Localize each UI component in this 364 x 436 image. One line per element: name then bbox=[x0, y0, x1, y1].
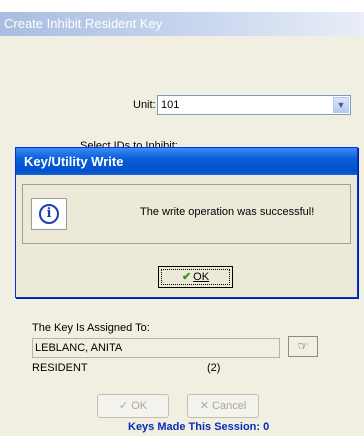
window-title: Create Inhibit Resident Key bbox=[0, 12, 364, 36]
dialog-ok-button[interactable]: ✔ OK bbox=[158, 266, 233, 288]
ok-label: OK bbox=[131, 400, 148, 412]
hand-pointer-button[interactable]: ☞ bbox=[288, 336, 318, 357]
hand-pointer-icon: ☞ bbox=[297, 339, 309, 353]
session-count: Keys Made This Session: 0 bbox=[128, 421, 270, 433]
info-icon-frame: i bbox=[31, 198, 67, 230]
assigned-name: LEBLANC, ANITA bbox=[35, 342, 123, 354]
cancel-label: Cancel bbox=[212, 400, 247, 412]
x-icon: ✕ bbox=[199, 400, 209, 412]
unit-select[interactable]: 101 ▼ bbox=[157, 95, 351, 115]
ok-button[interactable]: ✓ OK bbox=[97, 394, 169, 418]
top-strip bbox=[0, 0, 364, 12]
unit-value: 101 bbox=[161, 99, 180, 111]
cancel-button[interactable]: ✕ Cancel bbox=[187, 394, 259, 418]
checkmark-icon: ✔ bbox=[181, 271, 192, 283]
unit-label: Unit: bbox=[133, 99, 156, 111]
info-icon: i bbox=[39, 204, 59, 224]
assigned-label: The Key Is Assigned To: bbox=[32, 322, 150, 334]
dialog-message: The write operation was successful! bbox=[140, 206, 315, 218]
assigned-role: RESIDENT bbox=[32, 362, 88, 374]
dialog-title: Key/Utility Write bbox=[16, 148, 357, 175]
main-window: Create Inhibit Resident Key Unit: 101 ▼ … bbox=[0, 0, 364, 436]
chevron-down-icon[interactable]: ▼ bbox=[333, 97, 349, 113]
dialog-ok-label: OK bbox=[193, 271, 210, 283]
checkmark-icon: ✓ bbox=[118, 400, 129, 412]
assigned-count: (2) bbox=[207, 362, 221, 374]
assigned-name-field: LEBLANC, ANITA bbox=[32, 338, 280, 358]
key-utility-write-dialog: Key/Utility Write i The write operation … bbox=[15, 147, 358, 298]
